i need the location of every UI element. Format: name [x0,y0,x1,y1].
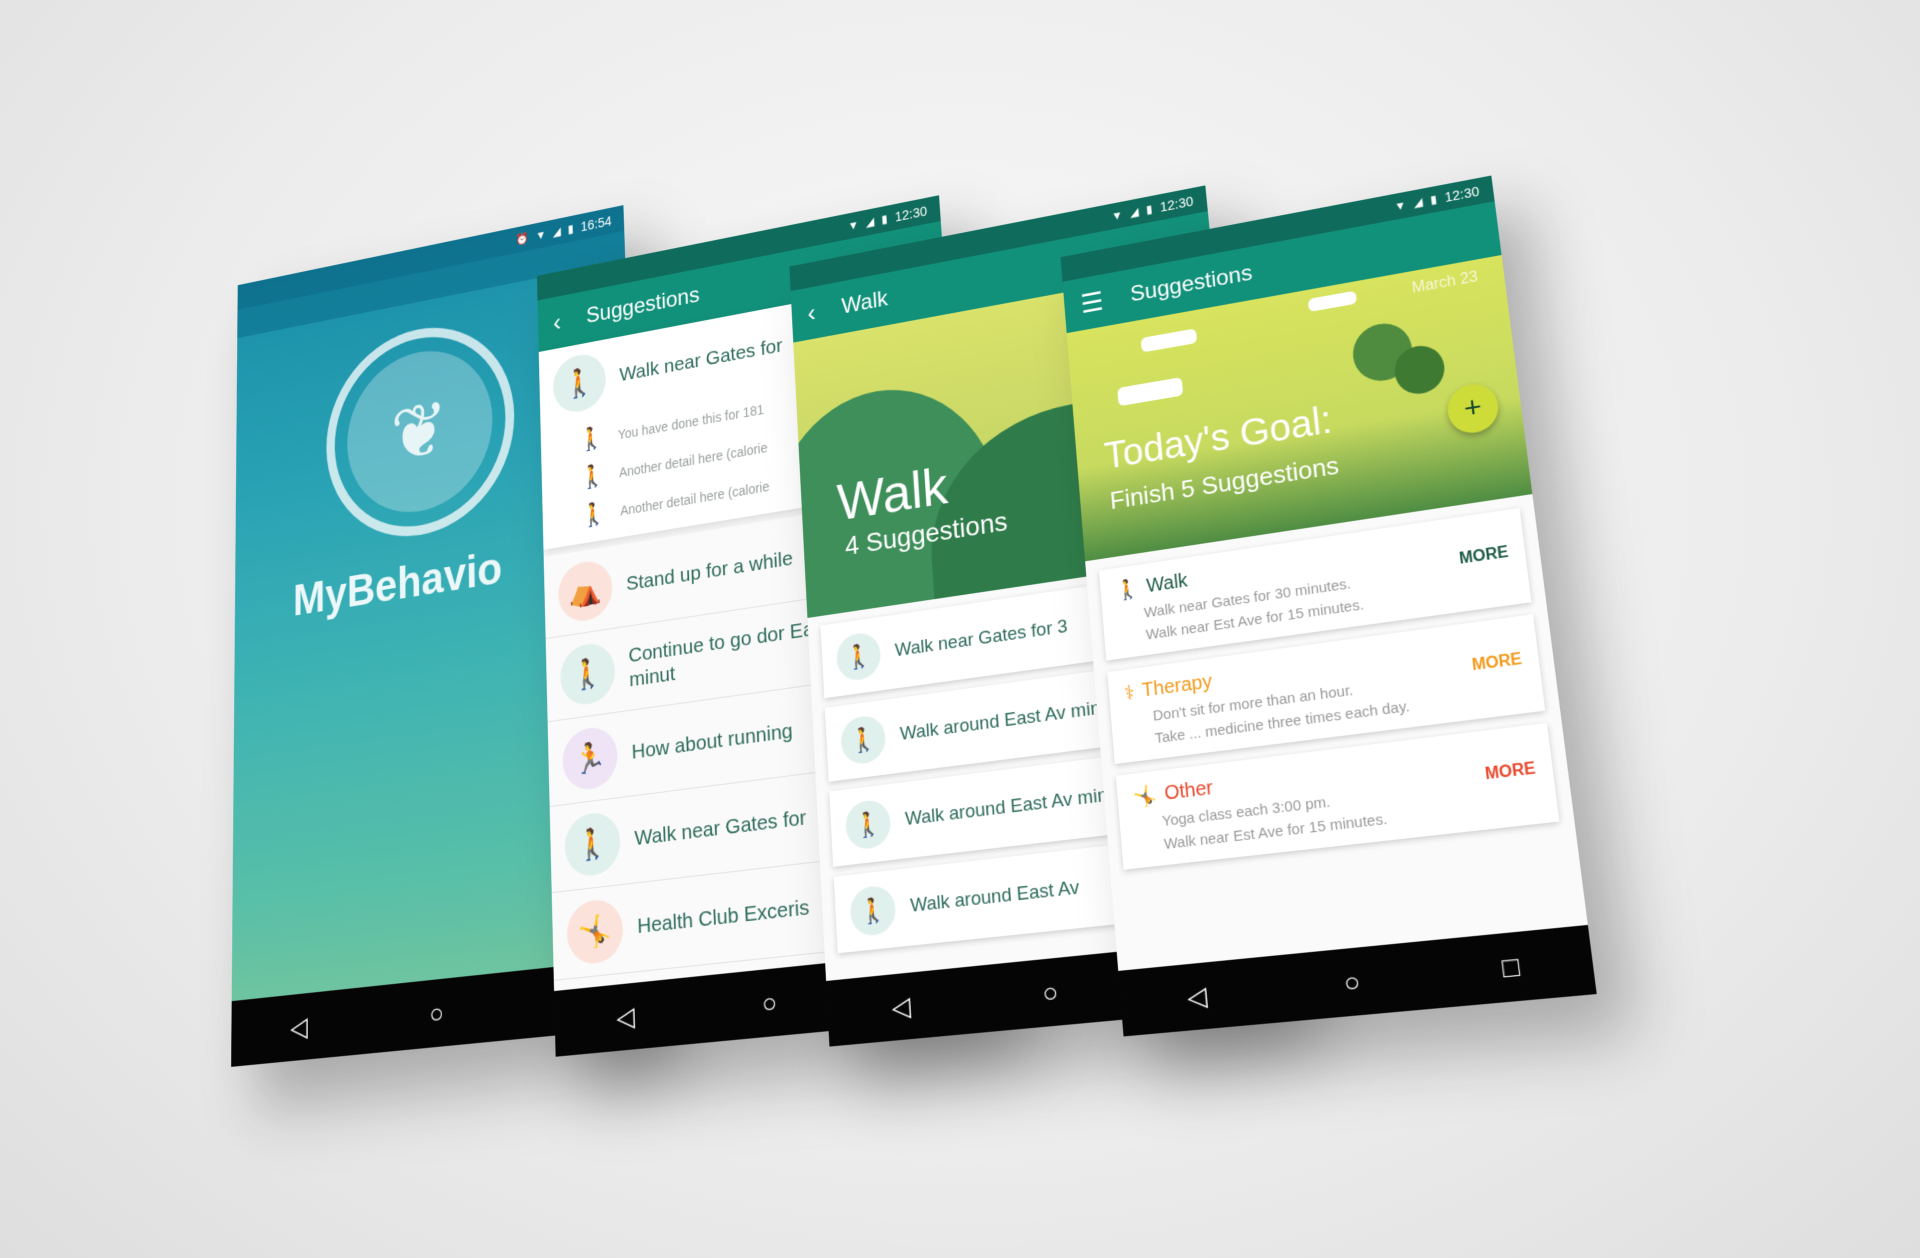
battery-icon: ▮ [1429,192,1438,207]
cloud-illustration [1307,290,1358,312]
walk-icon: 🚶 [580,500,607,530]
nav-back-button[interactable]: ◁ [290,1011,308,1044]
nav-recent-button[interactable]: □ [1500,950,1521,984]
list-item-label: Walk near Gates for [634,806,807,851]
back-button[interactable]: ‹ [553,308,562,338]
list-item-label: Health Club Exceris [636,896,810,939]
app-name: MyBehavio [292,541,503,626]
nav-back-button[interactable]: ◁ [891,990,912,1023]
mockup-stage: ⏰ ▼ ◢ ▮ 16:54 ❦ MyBehavio ◁ ○ □ ▼ ◢ ▮ 12… [0,0,1920,1258]
suggestion-icon: 🚶 [564,810,622,879]
nav-home-button[interactable]: ○ [761,986,777,1019]
alarm-icon: ⏰ [515,231,529,247]
leaf-icon: ❦ [347,338,494,524]
suggestion-icon: 🏃 [561,724,619,793]
signal-icon: ◢ [865,214,875,230]
nav-home-button[interactable]: ○ [429,997,444,1030]
signal-icon: ◢ [1129,204,1140,220]
wifi-icon: ▼ [1110,208,1124,224]
nav-back-button[interactable]: ◁ [616,1000,635,1033]
category-name: Therapy [1141,670,1213,702]
walk-icon: 🚶 [835,630,882,683]
cloud-illustration [1117,377,1184,407]
phone-goal: ▼ ◢ ▮ 12:30 ☰ Suggestions March 23 Today… [1060,175,1597,1037]
menu-icon[interactable]: ☰ [1079,286,1105,319]
signal-icon: ◢ [552,224,562,240]
other-icon: 🤸 [1132,784,1158,810]
walk-card-label: Walk near Gates for 3 [894,615,1069,661]
walk-icon: 🚶 [1114,578,1140,603]
nav-home-button[interactable]: ○ [1342,965,1361,998]
status-time: 12:30 [1159,193,1194,215]
status-time: 16:54 [580,213,612,235]
cloud-illustration [1140,328,1198,353]
list-item-label: Walk near Gates for [619,334,783,387]
therapy-icon: ⚕ [1123,682,1136,705]
walk-icon: 🚶 [849,884,897,938]
nav-home-button[interactable]: ○ [1041,976,1059,1009]
walk-icon: 🚶 [552,350,607,417]
app-logo: ❦ [326,311,517,551]
page-title: Walk [841,286,889,320]
category-name: Walk [1145,570,1189,597]
wifi-icon: ▼ [847,217,860,233]
list-item-label: Stand up for a while [625,547,794,596]
page-title: Suggestions [1129,260,1254,307]
signal-icon: ◢ [1412,195,1424,210]
nav-back-button[interactable]: ◁ [1186,980,1208,1013]
suggestion-icon: ⛺ [557,557,614,625]
wifi-icon: ▼ [1393,198,1407,214]
suggestion-icon: 🚶 [559,640,616,708]
category-name: Other [1163,777,1214,805]
status-time: 12:30 [894,203,928,225]
battery-icon: ▮ [567,221,574,236]
page-title: Suggestions [585,282,700,329]
walk-icon: 🚶 [840,713,887,767]
walk-icon: 🚶 [844,798,892,852]
status-time: 12:30 [1443,183,1481,205]
suggestion-icon: 🤸 [566,897,624,967]
back-button[interactable]: ‹ [807,298,817,328]
battery-icon: ▮ [881,212,888,227]
date-label: March 23 [1411,268,1479,297]
battery-icon: ▮ [1145,202,1154,217]
category-card-list: 🚶 Walk Walk near Gates for 30 minutes. Walk… [1086,506,1574,871]
wifi-icon: ▼ [535,227,547,243]
system-navbar: ◁ ○ □ [1118,924,1597,1037]
walk-card-label: Walk around East Av [909,876,1081,917]
walk-icon: 🚶 [579,462,606,492]
walk-icon: 🚶 [578,424,605,454]
list-item-label: How about running [631,719,794,765]
